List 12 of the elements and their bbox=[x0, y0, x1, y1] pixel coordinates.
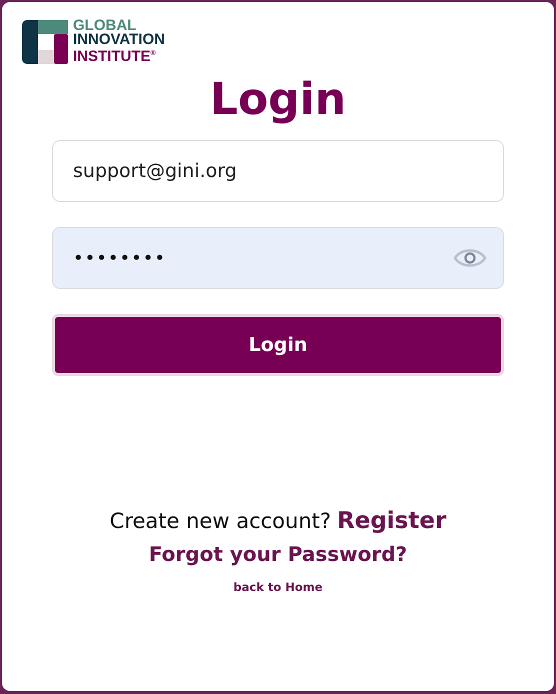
page-title: Login bbox=[210, 73, 346, 127]
logo-icon bbox=[22, 20, 70, 64]
back-to-home-link[interactable]: back to Home bbox=[233, 580, 323, 594]
logo-text: INNOVATION bbox=[73, 33, 165, 47]
register-link[interactable]: Register bbox=[337, 508, 446, 534]
password-field[interactable]: •••••••• bbox=[52, 227, 504, 289]
email-field[interactable]: support@gini.org bbox=[52, 140, 504, 202]
register-prompt: Create new account? bbox=[110, 509, 332, 533]
logo-text: INSTITUTE$^{®}$ bbox=[73, 47, 157, 64]
logo-text: GLOBAL bbox=[73, 19, 136, 33]
login-button[interactable]: Login bbox=[52, 314, 504, 376]
forgot-password-link[interactable]: Forgot your Password? bbox=[148, 542, 408, 566]
